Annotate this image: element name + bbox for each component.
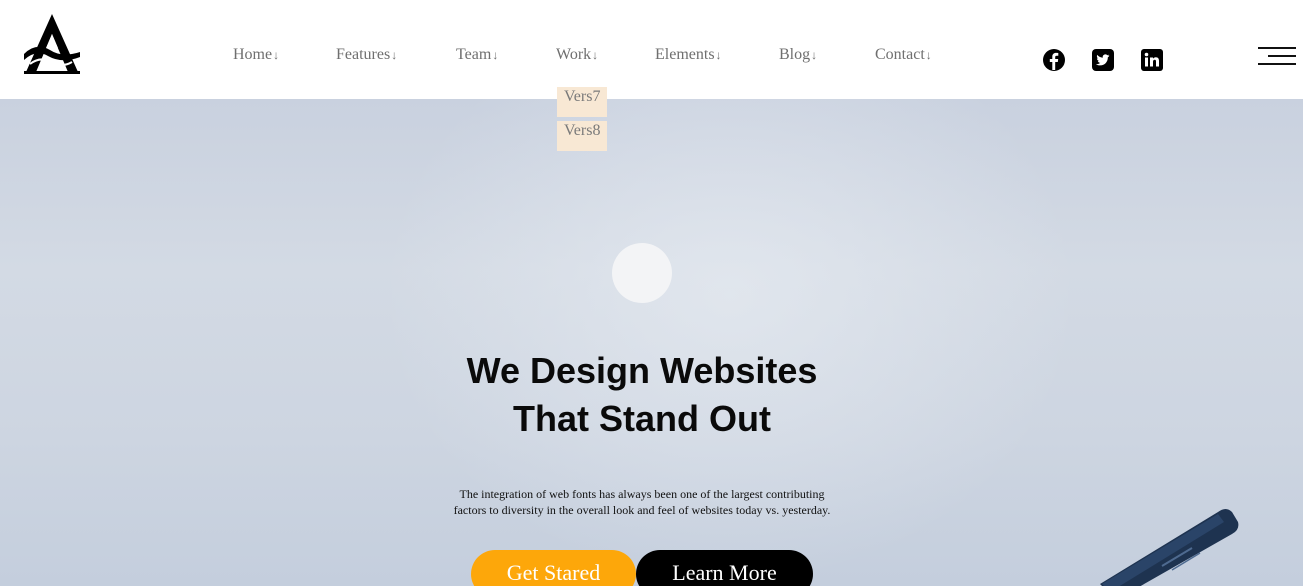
nav-item-blog[interactable]: Blog↓ xyxy=(779,46,817,64)
linkedin-icon[interactable] xyxy=(1140,48,1164,72)
facebook-icon[interactable] xyxy=(1042,48,1066,72)
dropdown-item-vers8[interactable]: Vers8 xyxy=(557,121,607,151)
nav-item-contact[interactable]: Contact↓ xyxy=(875,46,932,64)
down-arrow-icon: ↓ xyxy=(592,48,599,62)
site-header: Home↓ Features↓ Team↓ Work↓ Elements↓ Bl… xyxy=(0,0,1310,99)
hero-description: The integration of web fonts has always … xyxy=(442,486,842,518)
down-arrow-icon: ↓ xyxy=(391,48,398,62)
nav-label: Work xyxy=(556,46,592,63)
nav-item-home[interactable]: Home↓ xyxy=(233,46,279,64)
get-started-button[interactable]: Get Stared xyxy=(471,550,636,586)
learn-more-button[interactable]: Learn More xyxy=(636,550,813,586)
twitter-icon[interactable] xyxy=(1091,48,1115,72)
description-line-2: factors to diversity in the overall look… xyxy=(453,503,831,517)
headline-line-2: That Stand Out xyxy=(513,398,771,439)
nav-label: Blog xyxy=(779,46,811,63)
headline-line-1: We Design Websites xyxy=(466,350,818,391)
down-arrow-icon: ↓ xyxy=(715,48,722,62)
work-dropdown-menu: Vers7 Vers8 xyxy=(557,87,607,155)
dropdown-item-vers7[interactable]: Vers7 xyxy=(557,87,607,117)
description-line-1: The integration of web fonts has always … xyxy=(459,487,825,501)
hero-headline: We Design Websites That Stand Out xyxy=(342,347,942,443)
nav-item-team[interactable]: Team↓ xyxy=(456,46,498,64)
nav-item-elements[interactable]: Elements↓ xyxy=(655,46,722,64)
nav-item-features[interactable]: Features↓ xyxy=(336,46,397,64)
down-arrow-icon: ↓ xyxy=(811,48,818,62)
nav-label: Team xyxy=(456,46,492,63)
down-arrow-icon: ↓ xyxy=(925,48,932,62)
nav-label: Features xyxy=(336,46,391,63)
down-arrow-icon: ↓ xyxy=(492,48,499,62)
main-navigation: Home↓ Features↓ Team↓ Work↓ Elements↓ Bl… xyxy=(0,46,1000,68)
nav-label: Contact xyxy=(875,46,925,63)
telescope-image xyxy=(1100,509,1239,586)
nav-item-work[interactable]: Work↓ xyxy=(556,46,598,64)
nav-label: Home xyxy=(233,46,273,63)
down-arrow-icon: ↓ xyxy=(273,48,280,62)
hero-circle-decoration xyxy=(612,243,672,303)
nav-label: Elements xyxy=(655,46,715,63)
hamburger-menu-icon[interactable] xyxy=(1258,44,1296,68)
